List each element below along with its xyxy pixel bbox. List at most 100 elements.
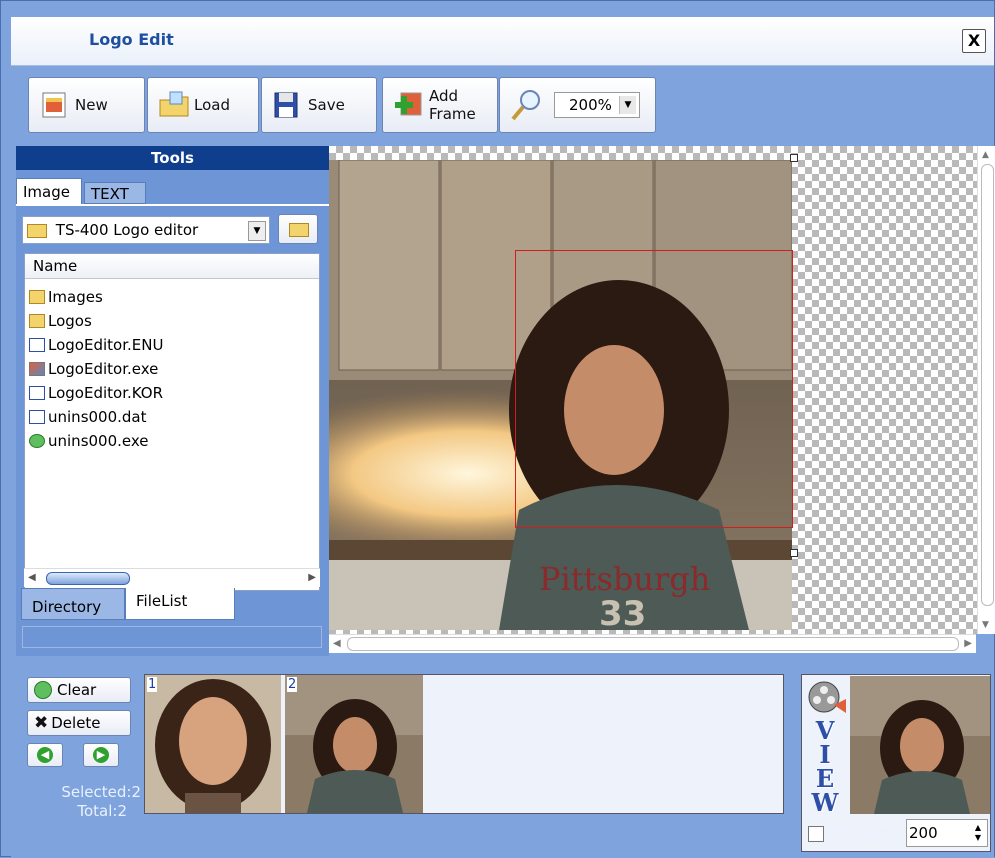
file-list[interactable]: Name Images Logos LogoEditor.ENU LogoEdi… (24, 253, 320, 591)
selected-count: Selected:2 (61, 783, 141, 801)
folder-combo-value: TS-400 Logo editor (55, 221, 199, 239)
delete-button[interactable]: ✖ Delete (27, 710, 131, 736)
scroll-left-icon[interactable]: ◀ (333, 638, 341, 649)
scrollbar-thumb[interactable] (46, 572, 130, 585)
scroll-up-icon[interactable]: ▲ (982, 150, 989, 160)
file-icon (29, 410, 45, 424)
list-item[interactable]: LogoEditor.exe (25, 357, 319, 381)
canvas-horizontal-scrollbar[interactable]: ◀ ▶ (329, 634, 976, 653)
folder-icon (289, 223, 309, 237)
preview-speed-spinner[interactable]: 200 ▲ ▼ (906, 819, 988, 847)
folder-icon (29, 314, 45, 328)
file-name: unins000.exe (48, 432, 149, 450)
scroll-left-icon[interactable]: ◀ (28, 572, 36, 583)
logo-edit-window: Logo Edit X New Load Save Add Frame 200%… (0, 0, 995, 858)
next-frame-button[interactable]: ▶ (83, 743, 119, 767)
file-name: unins000.dat (48, 408, 147, 426)
resize-handle-top[interactable] (790, 154, 798, 162)
preview-image (850, 676, 990, 814)
list-item[interactable]: Logos (25, 309, 319, 333)
frame-thumbnail[interactable]: 1 (145, 675, 281, 813)
scroll-right-icon[interactable]: ▶ (308, 572, 316, 583)
thumbnail-image (145, 675, 281, 813)
frame-number: 2 (287, 677, 298, 692)
preview-checkbox[interactable] (808, 826, 824, 842)
arrow-right-icon: ▶ (93, 747, 109, 763)
zoom-value: 200% (569, 96, 612, 114)
preview-panel: V I E W PreView 200 ▲ ▼ (801, 674, 991, 852)
zoom-group: 200% ▼ (499, 77, 656, 133)
file-name: LogoEditor.ENU (48, 336, 164, 354)
chevron-down-icon[interactable]: ▼ (248, 221, 266, 241)
scroll-right-icon[interactable]: ▶ (964, 638, 972, 649)
scrollbar-thumb[interactable] (981, 164, 994, 606)
spinner-arrows-icon[interactable]: ▲ ▼ (971, 823, 985, 843)
exe-icon (29, 362, 45, 376)
new-file-icon (39, 90, 69, 120)
chevron-down-icon[interactable]: ▼ (619, 96, 636, 114)
list-item[interactable]: unins000.dat (25, 405, 319, 429)
arrow-left-icon: ◀ (37, 747, 53, 763)
file-name: LogoEditor.KOR (48, 384, 163, 402)
zoom-select[interactable]: 200% ▼ (554, 92, 640, 118)
folder-combo[interactable]: TS-400 Logo editor ▼ (22, 216, 270, 244)
total-count: Total:2 (77, 802, 127, 820)
toolbar: New Load Save Add Frame 200% ▼ (11, 67, 994, 145)
add-frame-text: Add Frame (429, 87, 476, 123)
view-letter: W (811, 788, 839, 817)
preview-picture (850, 676, 990, 814)
tab-underline (16, 204, 329, 206)
save-button[interactable]: Save (261, 77, 377, 133)
resize-handle-right[interactable] (790, 549, 798, 557)
file-list-scrollbar[interactable]: ◀ ▶ (24, 568, 320, 587)
file-icon (29, 338, 45, 352)
previous-frame-button[interactable]: ◀ (27, 743, 63, 767)
file-icon (29, 386, 45, 400)
file-list-header: Name (25, 254, 319, 279)
tools-header: Tools (16, 146, 329, 170)
list-item[interactable]: Images (25, 285, 319, 309)
magnifier-icon[interactable] (510, 88, 542, 126)
tools-status-bar (22, 626, 322, 648)
folder-icon (29, 290, 45, 304)
tab-filelist[interactable]: FileList (125, 588, 235, 620)
clear-button[interactable]: Clear (27, 677, 131, 703)
uninstall-icon (29, 434, 45, 448)
add-frame-icon (393, 90, 423, 120)
view-logo[interactable]: V I E W (806, 679, 848, 817)
scrollbar-thumb[interactable] (347, 637, 959, 651)
list-item[interactable]: unins000.exe (25, 429, 319, 453)
title-bar: Logo Edit X (11, 17, 994, 66)
close-button[interactable]: X (962, 29, 986, 53)
tab-text[interactable]: TEXT (84, 182, 146, 204)
folder-icon (27, 223, 47, 238)
floppy-disk-icon (272, 90, 302, 120)
add-frame-button[interactable]: Add Frame (382, 77, 498, 133)
preview-label: PreView (828, 823, 888, 841)
editor-canvas[interactable]: Pittsburgh 33 ▲ ▼ ◀ ▶ (329, 146, 995, 656)
load-label: Load (194, 96, 230, 114)
add-frame-label-line1: Add (429, 87, 459, 105)
canvas-vertical-scrollbar[interactable]: ▲ ▼ (977, 146, 995, 634)
delete-x-icon: ✖ (34, 713, 49, 733)
shirt-text: Pittsburgh (539, 560, 710, 598)
frame-strip[interactable]: 1 2 (144, 674, 784, 814)
selection-frame[interactable] (515, 250, 793, 528)
tab-image[interactable]: Image (16, 178, 82, 204)
thumbnail-image (285, 675, 423, 813)
list-item[interactable]: LogoEditor.ENU (25, 333, 319, 357)
file-list-items: Images Logos LogoEditor.ENU LogoEditor.e… (25, 279, 319, 453)
list-item[interactable]: LogoEditor.KOR (25, 381, 319, 405)
save-label: Save (308, 96, 345, 114)
tab-directory[interactable]: Directory (21, 588, 125, 620)
new-button[interactable]: New (28, 77, 145, 133)
svg-text:33: 33 (599, 594, 646, 630)
tools-panel: Tools Image TEXT TS-400 Logo editor ▼ Na… (16, 146, 329, 656)
browse-folder-button[interactable] (278, 214, 318, 244)
load-button[interactable]: Load (147, 77, 259, 133)
clear-label: Clear (57, 681, 97, 699)
frame-thumbnail[interactable]: 2 (285, 675, 423, 813)
delete-label: Delete (51, 714, 101, 732)
film-reel-icon (808, 681, 846, 713)
scroll-down-icon[interactable]: ▼ (982, 620, 989, 630)
